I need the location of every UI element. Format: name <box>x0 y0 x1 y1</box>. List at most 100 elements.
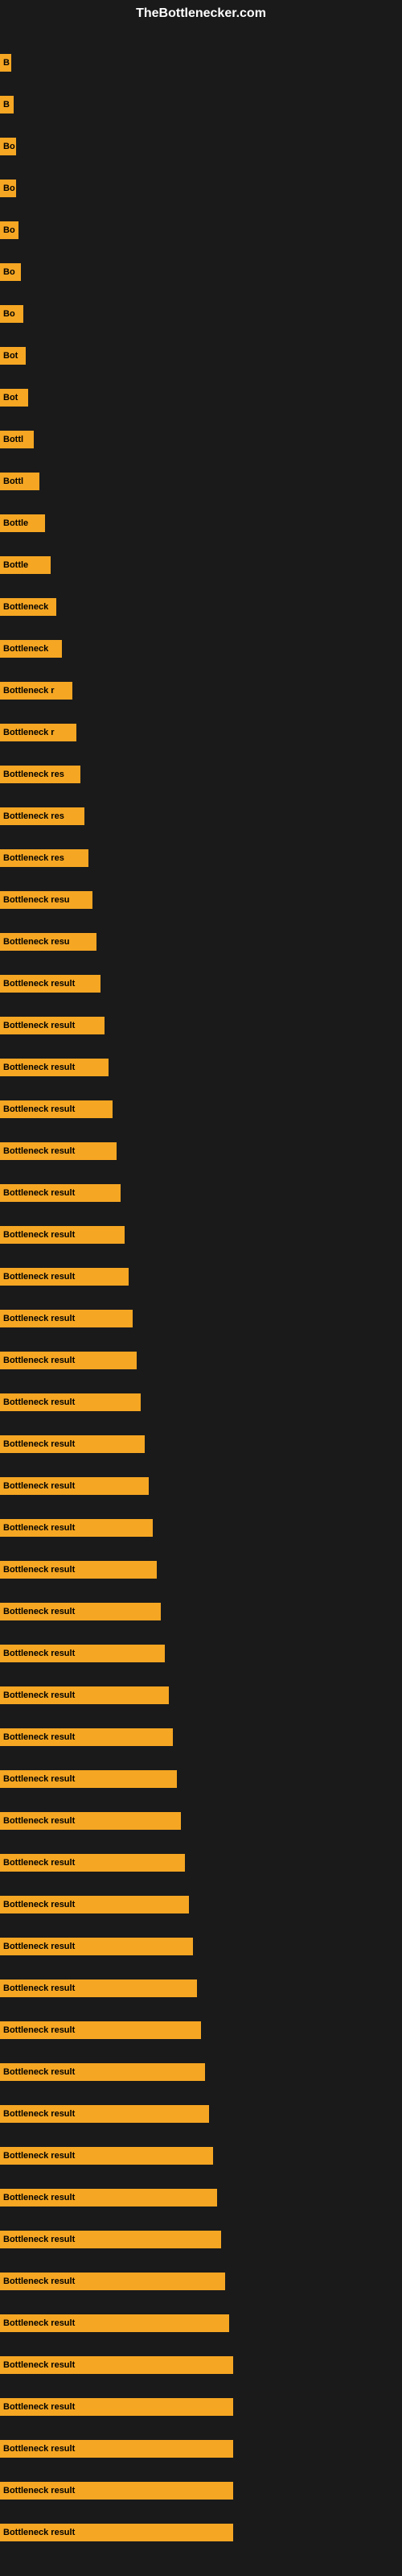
bar-row: Bo <box>0 220 402 241</box>
bar-row: Bottleneck result <box>0 2438 402 2459</box>
bar: Bottleneck result <box>0 1686 169 1704</box>
bar: Bottleneck result <box>0 1100 113 1118</box>
bar: Bottleneck result <box>0 1519 153 1537</box>
bar: Bottleneck result <box>0 1645 165 1662</box>
bar-row: Bottleneck result <box>0 1141 402 1162</box>
bar-row: Bottleneck r <box>0 722 402 743</box>
bar: B <box>0 96 14 114</box>
bar-row: Bottleneck result <box>0 1183 402 1203</box>
bar: Bottleneck result <box>0 1310 133 1327</box>
bar-row: Bottleneck result <box>0 1099 402 1120</box>
bar: Bottl <box>0 473 39 490</box>
bar-row: Bottle <box>0 555 402 576</box>
bar: Bot <box>0 389 28 407</box>
bar: Bo <box>0 263 21 281</box>
bar-row: Bottleneck res <box>0 764 402 785</box>
bar: Bottleneck result <box>0 2105 209 2123</box>
bar: Bottleneck result <box>0 1728 173 1746</box>
bar-row: Bottleneck result <box>0 1936 402 1957</box>
bar-row: Bottleneck r <box>0 680 402 701</box>
bar: Bottleneck result <box>0 1477 149 1495</box>
bar: Bottleneck result <box>0 1854 185 1872</box>
bar-row: Bottleneck result <box>0 1685 402 1706</box>
bar: Bottleneck result <box>0 1142 117 1160</box>
bar: Bottleneck result <box>0 1603 161 1620</box>
bar-row: Bottleneck result <box>0 2229 402 2250</box>
bar: Bottleneck result <box>0 2356 233 2374</box>
bar-row: Bottleneck result <box>0 2396 402 2417</box>
bar-row: Bottleneck result <box>0 2145 402 2166</box>
bar-row: Bottleneck result <box>0 1559 402 1580</box>
bar: Bottleneck result <box>0 2021 201 2039</box>
bar: Bottl <box>0 431 34 448</box>
bar: B <box>0 54 11 72</box>
bar: Bottleneck resu <box>0 933 96 951</box>
bar-row: Bottleneck resu <box>0 890 402 910</box>
bar-row: Bot <box>0 387 402 408</box>
bar: Bottleneck res <box>0 849 88 867</box>
bar: Bo <box>0 138 16 155</box>
bar: Bottleneck result <box>0 2273 225 2290</box>
bar-row: Bottleneck result <box>0 2020 402 2041</box>
bar: Bottleneck res <box>0 766 80 783</box>
bar: Bottleneck result <box>0 975 100 993</box>
bar-row: Bottleneck result <box>0 2103 402 2124</box>
bar-row: Bottleneck result <box>0 1643 402 1664</box>
bar-row: Bottl <box>0 429 402 450</box>
bar-row: Bottleneck result <box>0 1266 402 1287</box>
bar-row: Bottleneck result <box>0 2313 402 2334</box>
bar: Bo <box>0 221 18 239</box>
bar: Bottleneck result <box>0 2482 233 2500</box>
bar: Bottleneck r <box>0 682 72 700</box>
bar: Bottleneck result <box>0 1435 145 1453</box>
bar: Bottleneck result <box>0 2231 221 2248</box>
bar-row: Bottleneck result <box>0 1015 402 1036</box>
bar-row: Bo <box>0 303 402 324</box>
bar-row: Bottleneck result <box>0 1601 402 1622</box>
bar-row: Bottleneck result <box>0 2187 402 2208</box>
bar-row: Bottleneck result <box>0 1978 402 1999</box>
bar: Bottleneck result <box>0 1896 189 1913</box>
bar: Bottleneck result <box>0 2524 233 2541</box>
bar-row: Bottleneck result <box>0 1057 402 1078</box>
bar: Bottleneck result <box>0 2147 213 2165</box>
bar: Bottleneck result <box>0 1059 109 1076</box>
bar-row: Bottleneck result <box>0 2480 402 2501</box>
bar-row: Bottleneck result <box>0 1769 402 1790</box>
bar: Bottleneck result <box>0 2189 217 2207</box>
bar-row: Bottle <box>0 513 402 534</box>
bar: Bottle <box>0 514 45 532</box>
bar: Bottleneck result <box>0 1561 157 1579</box>
bar-row: Bo <box>0 136 402 157</box>
bar-row: B <box>0 52 402 73</box>
bar: Bottleneck result <box>0 2398 233 2416</box>
bar: Bottleneck r <box>0 724 76 741</box>
bar: Bottleneck <box>0 640 62 658</box>
bar: Bottle <box>0 556 51 574</box>
bar: Bottleneck result <box>0 1268 129 1286</box>
bar-row: Bottleneck result <box>0 2271 402 2292</box>
bar: Bottleneck result <box>0 2314 229 2332</box>
bar-row: Bottleneck result <box>0 1350 402 1371</box>
bar: Bottleneck <box>0 598 56 616</box>
bar: Bottleneck result <box>0 2440 233 2458</box>
bar-row: B <box>0 94 402 115</box>
bar: Bottleneck result <box>0 2063 205 2081</box>
bar-row: Bottl <box>0 471 402 492</box>
bar-row: Bottleneck result <box>0 1476 402 1496</box>
bar-row: Bottleneck res <box>0 806 402 827</box>
bar-row: Bottleneck res <box>0 848 402 869</box>
bar-row: Bottleneck result <box>0 1852 402 1873</box>
bar: Bottleneck result <box>0 1938 193 1955</box>
bar-row: Bottleneck result <box>0 1224 402 1245</box>
bar-row: Bottleneck result <box>0 973 402 994</box>
bar-row: Bottleneck result <box>0 2522 402 2543</box>
bar-row: Bo <box>0 262 402 283</box>
bar-row: Bottleneck result <box>0 1810 402 1831</box>
bar: Bottleneck result <box>0 1393 141 1411</box>
bar-row: Bottleneck resu <box>0 931 402 952</box>
bar: Bo <box>0 180 16 197</box>
bar-row: Bottleneck result <box>0 1894 402 1915</box>
bar-row: Bottleneck result <box>0 1727 402 1748</box>
bar-row: Bot <box>0 345 402 366</box>
